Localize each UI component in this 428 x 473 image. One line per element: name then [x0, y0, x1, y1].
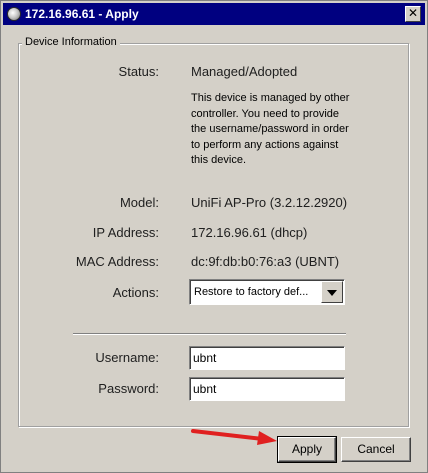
red-arrow-annotation [191, 429, 277, 445]
mac-address-value: dc:9f:db:b0:76:a3 (UBNT) [191, 254, 340, 269]
password-input[interactable] [189, 377, 345, 401]
separator [73, 333, 346, 335]
actions-selected-value: Restore to factory def... [194, 286, 309, 298]
chevron-down-icon[interactable] [321, 281, 343, 303]
app-icon [7, 7, 21, 21]
password-label: Password: [98, 381, 159, 396]
close-button[interactable]: ✕ [405, 6, 421, 22]
username-input[interactable] [189, 346, 345, 370]
ip-address-value: 172.16.96.61 (dhcp) [191, 225, 308, 240]
apply-dialog: 172.16.96.61 - Apply ✕ Device Informatio… [0, 0, 428, 473]
group-legend: Device Information [22, 35, 120, 49]
mac-address-label: MAC Address: [75, 254, 159, 269]
status-note: This device is managed by other controll… [191, 92, 350, 166]
model-label: Model: [119, 195, 159, 210]
actions-label: Actions: [112, 285, 159, 300]
username-label: Username: [95, 350, 159, 365]
model-value: UniFi AP-Pro (3.2.12.2920) [191, 195, 348, 210]
cancel-button[interactable]: Cancel [341, 437, 411, 462]
title-bar[interactable]: 172.16.96.61 - Apply ✕ [3, 3, 425, 25]
status-label: Status: [118, 64, 159, 79]
window-title: 172.16.96.61 - Apply [25, 7, 139, 21]
status-value: Managed/Adopted [191, 64, 298, 79]
actions-dropdown[interactable]: Restore to factory def... [189, 279, 345, 305]
ip-address-label: IP Address: [92, 225, 159, 240]
apply-button[interactable]: Apply [277, 436, 337, 463]
